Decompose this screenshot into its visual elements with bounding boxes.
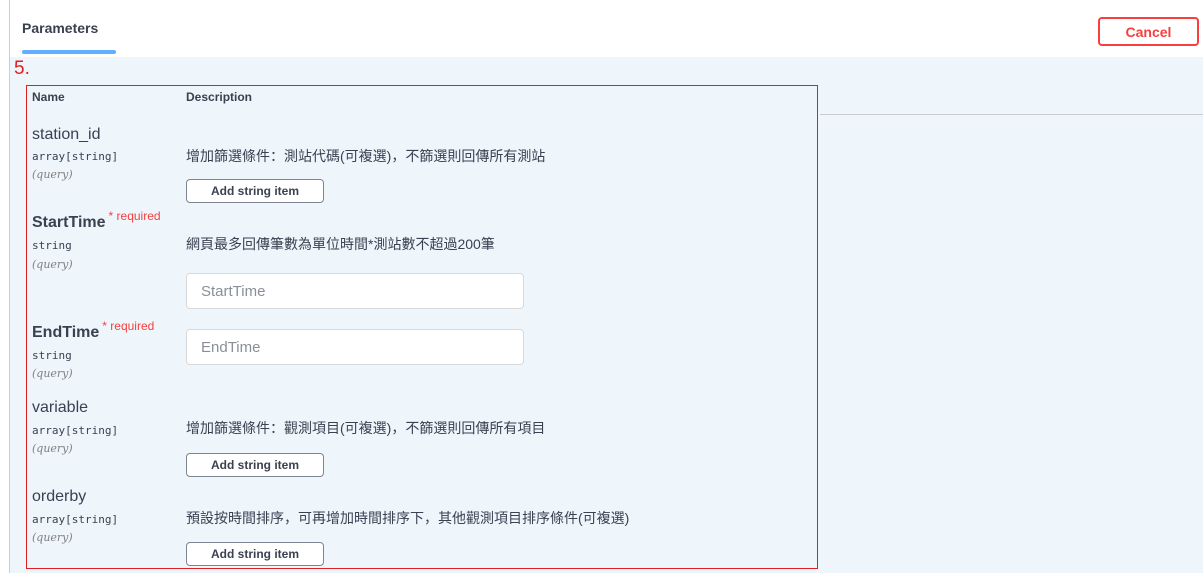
param-description-orderby: 預設按時間排序，可再增加時間排序下，其他觀測項目排序條件(可複選) xyxy=(186,510,630,526)
column-header-description: Description xyxy=(186,90,253,104)
cancel-button[interactable]: Cancel xyxy=(1098,17,1199,46)
param-description-variable: 增加篩選條件：觀測項目(可複選)，不篩選則回傳所有項目 xyxy=(186,420,546,436)
param-name-starttime: StartTime * required xyxy=(32,209,161,232)
param-in-orderby: (query) xyxy=(32,531,73,544)
param-name-endtime: EndTime * required xyxy=(32,319,154,342)
param-in-endtime: (query) xyxy=(32,367,73,380)
endtime-input[interactable] xyxy=(186,329,524,365)
param-description-starttime: 網頁最多回傳筆數為單位時間*測站數不超過200筆 xyxy=(186,236,495,252)
add-orderby-item-button[interactable]: Add string item xyxy=(186,542,324,566)
param-type-station-id: array[string] xyxy=(32,150,119,163)
column-header-name: Name xyxy=(32,90,65,104)
left-border xyxy=(9,0,10,573)
param-type-starttime: string xyxy=(32,239,72,252)
starttime-input[interactable] xyxy=(186,273,524,309)
param-type-variable: array[string] xyxy=(32,424,119,437)
tab-active-indicator xyxy=(22,50,116,54)
param-name-station-id: station_id xyxy=(32,126,101,143)
tab-parameters[interactable]: Parameters xyxy=(22,20,98,36)
annotation-step-label: 5. xyxy=(14,58,30,79)
param-in-starttime: (query) xyxy=(32,258,73,271)
param-name-variable: variable xyxy=(32,399,89,416)
required-marker-endtime: * required xyxy=(102,319,155,333)
required-marker-starttime: * required xyxy=(108,209,161,223)
add-variable-item-button[interactable]: Add string item xyxy=(186,453,324,477)
param-type-endtime: string xyxy=(32,349,72,362)
param-name-endtime-text: EndTime xyxy=(32,324,100,341)
param-name-orderby: orderby xyxy=(32,488,87,505)
tab-header xyxy=(10,0,1203,57)
table-header-divider xyxy=(820,114,1203,115)
param-name-starttime-text: StartTime xyxy=(32,214,106,231)
param-in-station-id: (query) xyxy=(32,168,73,181)
param-type-orderby: array[string] xyxy=(32,513,119,526)
param-description-station-id: 增加篩選條件：測站代碼(可複選)，不篩選則回傳所有測站 xyxy=(186,148,546,164)
param-in-variable: (query) xyxy=(32,442,73,455)
add-station-id-item-button[interactable]: Add string item xyxy=(186,179,324,203)
